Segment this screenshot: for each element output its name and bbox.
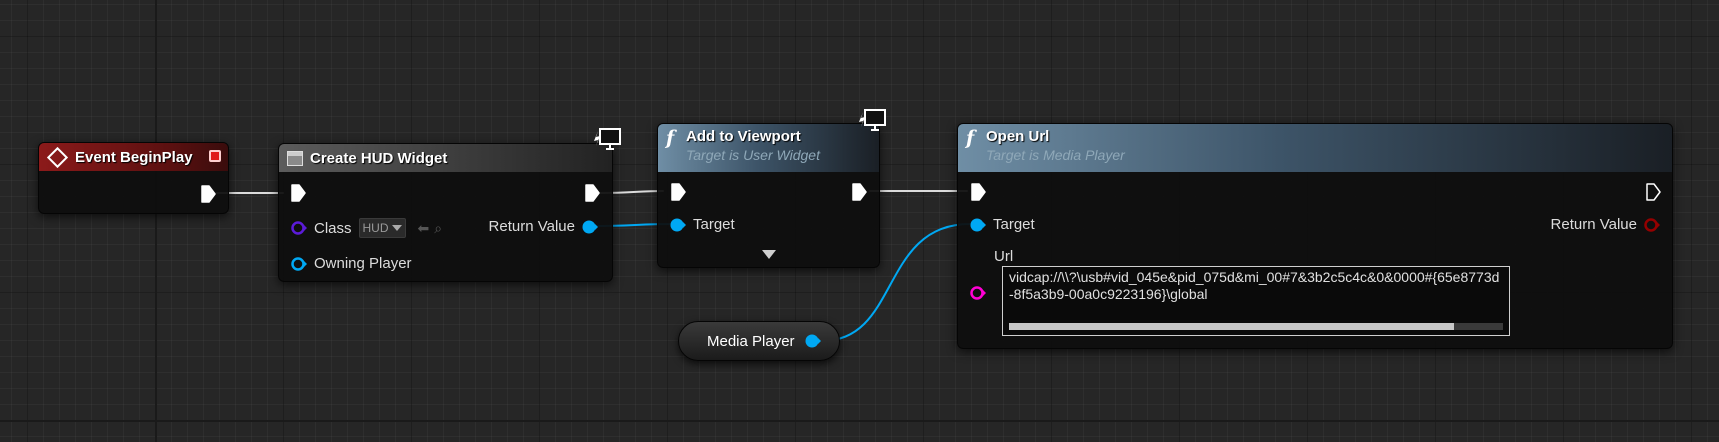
chevron-down-icon[interactable] <box>762 250 776 259</box>
stop-square-icon[interactable] <box>209 150 221 162</box>
node-title: Add to Viewport <box>686 128 801 145</box>
target-label: Target <box>993 216 1035 233</box>
widget-icon <box>287 150 303 166</box>
create-hud-widget-node[interactable]: Create HUD Widget Class HUD ⬅ ⌕ Return V… <box>278 128 621 282</box>
use-selected-arrow-icon[interactable]: ⬅ <box>418 220 430 237</box>
media-player-label: Media Player <box>707 333 795 350</box>
return-value-label: Return Value <box>1550 216 1637 233</box>
return-value-pin[interactable] <box>1644 217 1660 233</box>
url-label: Url <box>994 248 1014 265</box>
exec-out-pin[interactable] <box>851 183 867 201</box>
search-icon[interactable]: ⌕ <box>434 220 442 237</box>
media-player-variable-node[interactable]: Media Player <box>678 321 840 361</box>
open-url-header[interactable]: f Open Url Target is Media Player <box>958 124 1672 172</box>
return-value-pin-row: Return Value <box>489 218 598 235</box>
node-subtitle: Target is Media Player <box>986 147 1125 163</box>
class-pin[interactable] <box>291 220 307 236</box>
class-dropdown-value: HUD <box>362 221 389 235</box>
node-title: Event BeginPlay <box>75 148 193 166</box>
target-pin[interactable] <box>970 217 986 233</box>
monitor-icon <box>594 128 621 150</box>
exec-out-pin[interactable] <box>1645 183 1661 201</box>
chevron-down-icon <box>391 225 402 231</box>
target-pin-row: Target <box>970 216 1035 233</box>
target-label: Target <box>693 216 735 233</box>
event-diamond-icon <box>46 146 69 168</box>
exec-in-pin[interactable] <box>290 184 306 202</box>
url-input-text: vidcap://\\?\usb#vid_045e&pid_075d&mi_00… <box>1009 269 1500 302</box>
url-input[interactable]: vidcap://\\?\usb#vid_045e&pid_075d&mi_00… <box>1002 266 1510 336</box>
function-icon: f <box>966 127 975 149</box>
class-pin-row: Class HUD ⬅ ⌕ <box>291 218 442 238</box>
class-dropdown[interactable]: HUD <box>358 218 406 238</box>
url-scrollbar-thumb[interactable] <box>1009 323 1454 330</box>
target-pin-row: Target <box>670 216 735 233</box>
monitor-icon <box>859 109 886 131</box>
return-value-label: Return Value <box>488 218 575 235</box>
target-pin[interactable] <box>670 217 686 233</box>
node-subtitle: Target is User Widget <box>686 147 820 163</box>
add-to-viewport-header[interactable]: f Add to Viewport Target is User Widget <box>658 124 879 172</box>
exec-out-pin[interactable] <box>200 185 216 203</box>
event-begin-play-header[interactable]: Event BeginPlay <box>39 143 228 171</box>
node-title: Open Url <box>986 128 1050 145</box>
return-value-pin-row: Return Value <box>1551 216 1660 233</box>
media-player-output-pin[interactable] <box>805 333 821 349</box>
exec-out-pin[interactable] <box>584 184 600 202</box>
function-icon: f <box>666 127 675 149</box>
event-begin-play-node[interactable]: Event BeginPlay <box>38 142 229 214</box>
node-title: Create HUD Widget <box>310 149 448 167</box>
exec-in-pin[interactable] <box>670 183 686 201</box>
add-to-viewport-node[interactable]: f Add to Viewport Target is User Widget … <box>657 109 886 268</box>
return-value-pin[interactable] <box>582 219 598 235</box>
owning-player-pin[interactable] <box>291 256 307 272</box>
url-pin[interactable] <box>970 285 986 301</box>
owning-player-label: Owning Player <box>314 255 412 272</box>
exec-in-pin[interactable] <box>970 183 986 201</box>
owning-player-pin-row: Owning Player <box>291 255 412 272</box>
create-hud-widget-header[interactable]: Create HUD Widget <box>279 144 612 172</box>
open-url-node[interactable]: f Open Url Target is Media Player Target… <box>957 123 1673 349</box>
url-scrollbar[interactable] <box>1009 323 1503 330</box>
class-label: Class <box>314 219 352 237</box>
